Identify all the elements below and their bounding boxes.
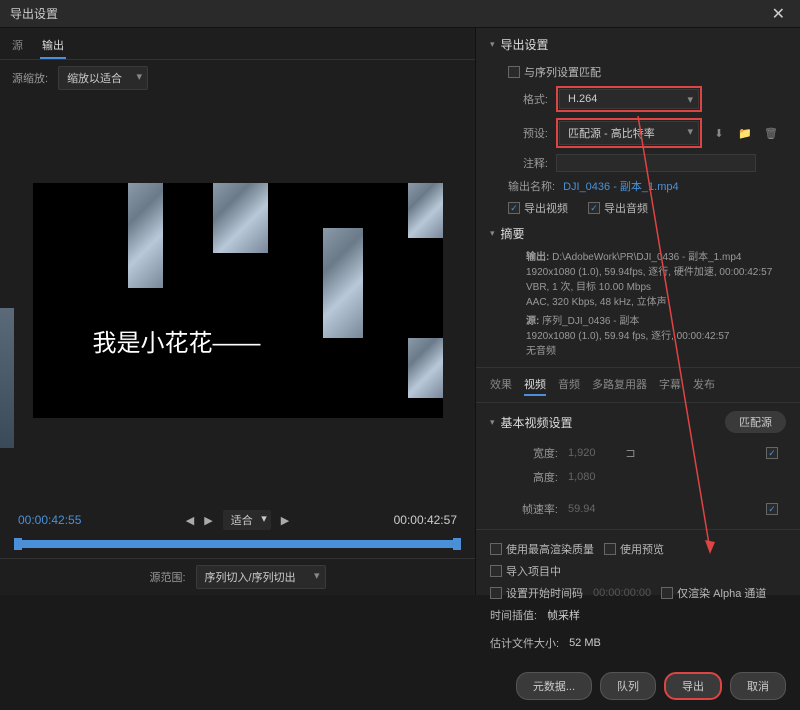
tab-multiplexer[interactable]: 多路复用器 [592, 374, 647, 396]
queue-button[interactable]: 队列 [600, 672, 656, 700]
match-sequence-checkbox[interactable]: 与序列设置匹配 [508, 64, 601, 80]
max-quality-checkbox[interactable]: 使用最高渲染质量 [490, 541, 594, 557]
out-handle[interactable] [453, 538, 461, 550]
format-dropdown[interactable]: H.264 [559, 89, 699, 109]
timecode-out[interactable]: 00:00:42:57 [394, 513, 457, 527]
preset-label: 预设: [508, 125, 548, 141]
caret-icon[interactable]: ▾ [490, 417, 495, 428]
width-value[interactable]: 1,920 [568, 447, 596, 459]
fps-match-checkbox[interactable] [766, 503, 778, 515]
timecode-in[interactable]: 00:00:42:55 [18, 513, 81, 527]
export-video-checkbox[interactable]: 导出视频 [508, 200, 568, 216]
basic-video-header: 基本视频设置 [501, 414, 573, 431]
timeline-bar[interactable] [18, 540, 457, 548]
dialog-title: 导出设置 [10, 5, 58, 22]
height-label: 高度: [518, 469, 558, 485]
export-button[interactable]: 导出 [664, 672, 722, 700]
thumbnail-strip [0, 308, 14, 448]
use-preview-checkbox[interactable]: 使用预览 [604, 541, 664, 557]
comments-input[interactable] [556, 154, 756, 172]
import-project-checkbox[interactable]: 导入项目中 [490, 563, 561, 579]
output-name-link[interactable]: DJI_0436 - 副本_1.mp4 [563, 178, 679, 194]
match-source-button[interactable]: 匹配源 [725, 411, 786, 433]
export-settings-header: 导出设置 [501, 36, 549, 53]
link-icon[interactable]: ⊐ [626, 446, 636, 460]
play-icon[interactable]: ▶ [204, 514, 212, 527]
tab-captions[interactable]: 字幕 [659, 374, 681, 396]
source-range-label: 源范围: [149, 569, 185, 585]
metadata-button[interactable]: 元数据... [516, 672, 592, 700]
time-interp-label: 时间插值: [490, 607, 537, 623]
close-icon[interactable]: ✕ [767, 4, 790, 24]
save-preset-icon[interactable]: ⬇ [710, 124, 728, 142]
export-audio-checkbox[interactable]: 导出音频 [588, 200, 648, 216]
in-handle[interactable] [14, 538, 22, 550]
fit-dropdown[interactable]: 适合 [223, 510, 271, 530]
preview-canvas: 我是小花花—— [33, 183, 443, 418]
format-label: 格式: [508, 91, 548, 107]
preset-dropdown[interactable]: 匹配源 - 高比特率 [559, 121, 699, 145]
delete-preset-icon[interactable]: 🗑 [762, 124, 780, 142]
alpha-only-checkbox[interactable]: 仅渲染 Alpha 通道 [661, 585, 766, 601]
fps-label: 帧速率: [518, 501, 558, 517]
next-frame-icon[interactable]: ▶ [281, 514, 289, 527]
start-tc-checkbox[interactable]: 设置开始时间码 [490, 585, 583, 601]
comments-label: 注释: [508, 155, 548, 171]
est-size-label: 估计文件大小: [490, 635, 559, 651]
tab-video[interactable]: 视频 [524, 374, 546, 396]
summary-header: 摘要 [501, 225, 525, 242]
tab-source[interactable]: 源 [10, 33, 25, 59]
width-match-checkbox[interactable] [766, 447, 778, 459]
tab-publish[interactable]: 发布 [693, 374, 715, 396]
cancel-button[interactable]: 取消 [730, 672, 786, 700]
output-name-label: 输出名称: [508, 178, 555, 194]
tab-output[interactable]: 输出 [40, 33, 66, 59]
scaling-dropdown[interactable]: 缩放以适合 [58, 66, 148, 90]
caret-icon[interactable]: ▾ [490, 228, 495, 239]
width-label: 宽度: [518, 445, 558, 461]
prev-frame-icon[interactable]: ◀ [186, 514, 194, 527]
est-size-value: 52 MB [569, 637, 601, 649]
tab-effects[interactable]: 效果 [490, 374, 512, 396]
height-value[interactable]: 1,080 [568, 471, 596, 483]
caret-icon[interactable]: ▾ [490, 39, 495, 50]
preview-overlay-text: 我是小花花—— [93, 323, 261, 358]
scaling-label: 源缩放: [12, 70, 48, 86]
source-range-dropdown[interactable]: 序列切入/序列切出 [196, 565, 326, 589]
tab-audio[interactable]: 音频 [558, 374, 580, 396]
time-interp-value[interactable]: 帧采样 [547, 607, 580, 623]
fps-value[interactable]: 59.94 [568, 503, 596, 515]
import-preset-icon[interactable]: 📁 [736, 124, 754, 142]
